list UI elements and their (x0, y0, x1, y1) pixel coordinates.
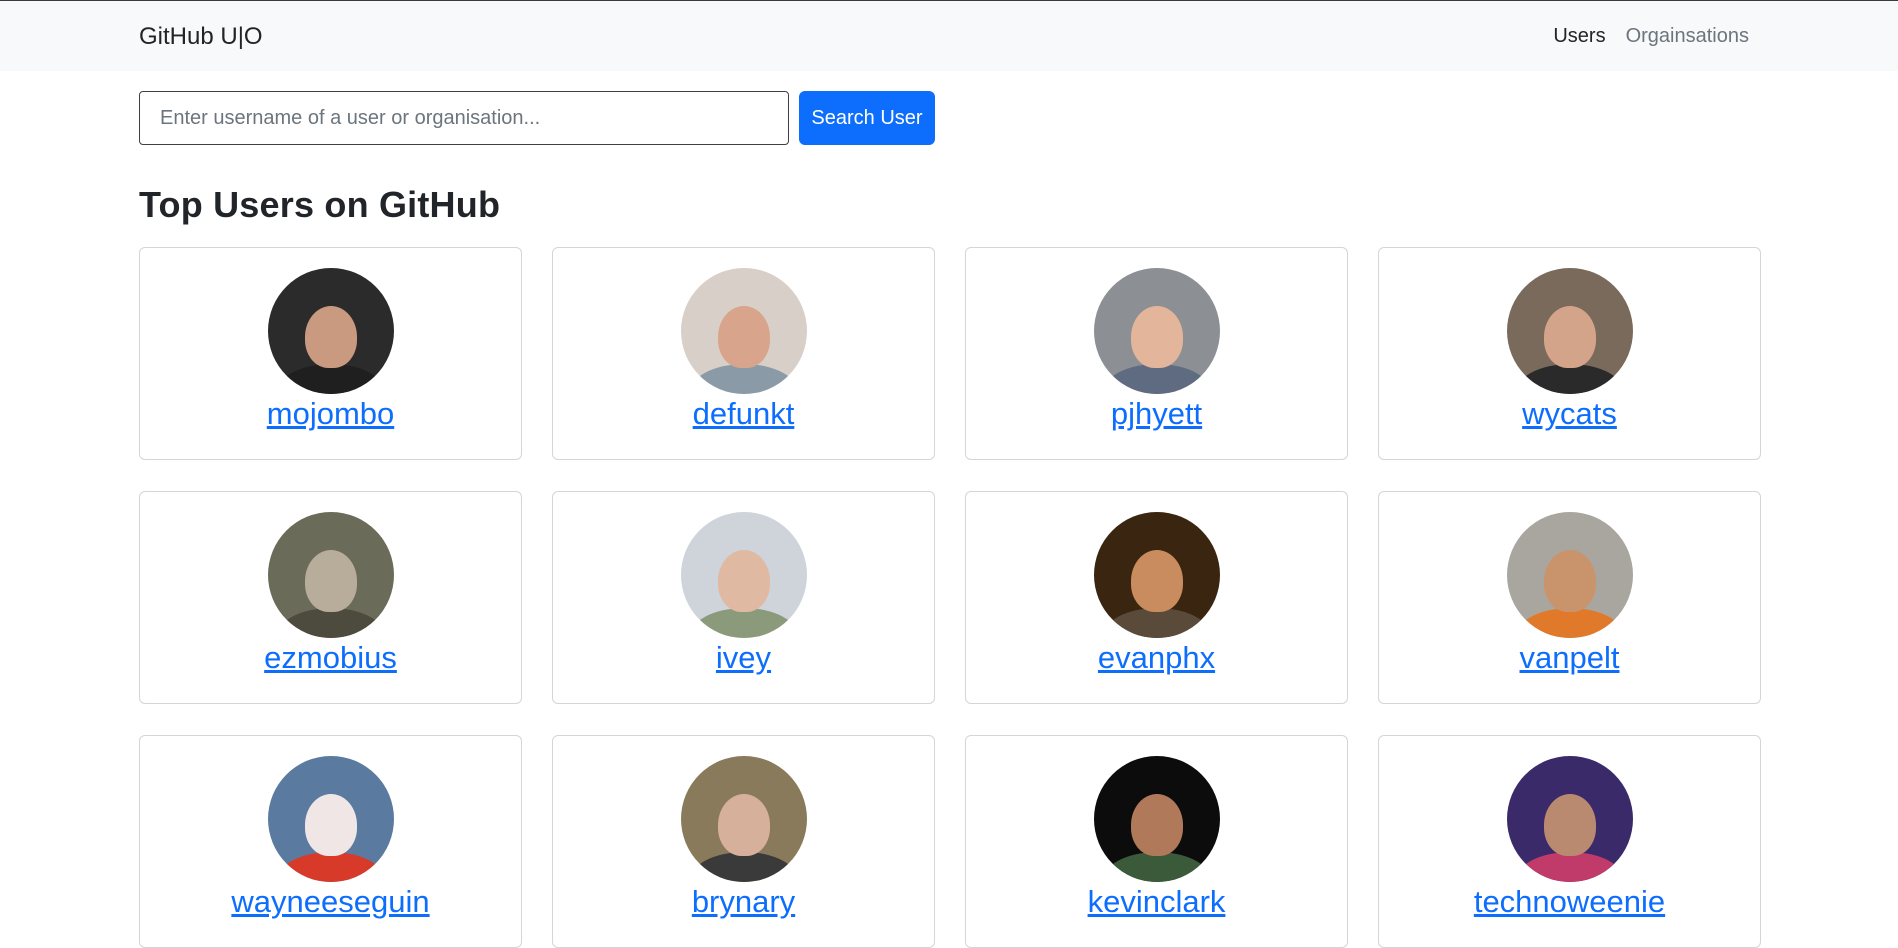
brand-logo[interactable]: GitHub U|O (139, 23, 263, 51)
user-avatar (1093, 268, 1220, 394)
avatar-face (1543, 305, 1596, 368)
user-avatar (1506, 268, 1633, 394)
user-card: technoweenie (1378, 735, 1761, 948)
user-card: ezmobius (139, 491, 522, 704)
user-profile-link[interactable]: ivey (716, 640, 771, 676)
user-profile-link[interactable]: vanpelt (1520, 640, 1620, 676)
avatar-face (1130, 793, 1183, 856)
avatar-face (1130, 549, 1183, 612)
nav-links: Users Orgainsations (1553, 25, 1749, 48)
user-card: mojombo (139, 247, 522, 460)
user-avatar (1093, 512, 1220, 638)
user-card: pjhyett (965, 247, 1348, 460)
user-card: wycats (1378, 247, 1761, 460)
avatar-body (275, 852, 386, 882)
user-card: evanphx (965, 491, 1348, 704)
avatar-face (717, 793, 770, 856)
user-avatar (1506, 756, 1633, 882)
user-avatar (267, 268, 394, 394)
user-avatar (680, 756, 807, 882)
nav-link-organisations[interactable]: Orgainsations (1626, 25, 1749, 48)
avatar-face (1543, 793, 1596, 856)
search-form: Search User (139, 91, 935, 145)
user-profile-link[interactable]: kevinclark (1088, 884, 1226, 920)
user-card: wayneeseguin (139, 735, 522, 948)
avatar-face (1130, 305, 1183, 368)
avatar-body (1101, 852, 1212, 882)
user-profile-link[interactable]: ezmobius (264, 640, 397, 676)
avatar-body (275, 364, 386, 394)
avatar-body (688, 364, 799, 394)
user-card: ivey (552, 491, 935, 704)
user-card-grid: mojombo defunkt pjhyett wycats ezmobius ivey e… (139, 247, 1761, 948)
user-profile-link[interactable]: brynary (692, 884, 795, 920)
nav-link-users[interactable]: Users (1553, 25, 1605, 48)
user-profile-link[interactable]: defunkt (693, 396, 795, 432)
avatar-face (1543, 549, 1596, 612)
user-avatar (1506, 512, 1633, 638)
user-profile-link[interactable]: evanphx (1098, 640, 1215, 676)
user-avatar (680, 268, 807, 394)
page-title: Top Users on GitHub (139, 184, 501, 225)
avatar-body (275, 608, 386, 638)
navbar: GitHub U|O Users Orgainsations (0, 1, 1898, 71)
user-avatar (680, 512, 807, 638)
avatar-body (1101, 608, 1212, 638)
avatar-body (688, 608, 799, 638)
user-card: defunkt (552, 247, 935, 460)
avatar-body (1514, 608, 1625, 638)
avatar-body (1514, 852, 1625, 882)
user-profile-link[interactable]: pjhyett (1111, 396, 1202, 432)
user-avatar (267, 512, 394, 638)
user-profile-link[interactable]: wayneeseguin (231, 884, 429, 920)
user-profile-link[interactable]: wycats (1522, 396, 1617, 432)
user-card: brynary (552, 735, 935, 948)
avatar-face (304, 305, 357, 368)
user-card: vanpelt (1378, 491, 1761, 704)
user-profile-link[interactable]: mojombo (267, 396, 395, 432)
search-input[interactable] (139, 91, 789, 145)
avatar-body (1101, 364, 1212, 394)
search-user-button[interactable]: Search User (799, 91, 935, 145)
avatar-face (717, 305, 770, 368)
avatar-body (688, 852, 799, 882)
user-card: kevinclark (965, 735, 1348, 948)
avatar-face (304, 549, 357, 612)
avatar-body (1514, 364, 1625, 394)
user-avatar (267, 756, 394, 882)
avatar-face (304, 793, 357, 856)
user-avatar (1093, 756, 1220, 882)
user-profile-link[interactable]: technoweenie (1474, 884, 1665, 920)
avatar-face (717, 549, 770, 612)
